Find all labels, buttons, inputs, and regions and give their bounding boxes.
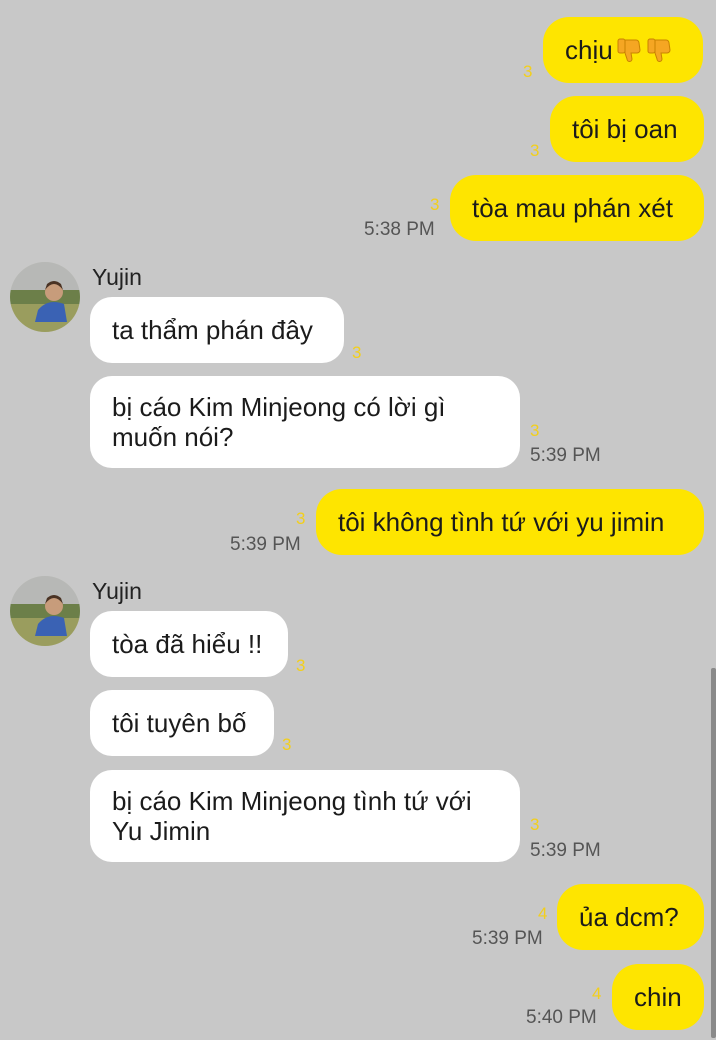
message-text: chin: [634, 982, 682, 1012]
message-text: bị cáo Kim Minjeong tình tứ với Yu Jimin: [112, 786, 472, 846]
incoming-message[interactable]: ta thẩm phán đây: [90, 297, 344, 363]
thumbs-down-icon: [617, 38, 641, 62]
message-timestamp: 5:40 PM: [526, 1007, 597, 1028]
outgoing-message[interactable]: ủa dcm?: [557, 884, 704, 950]
sender-name: Yujin: [92, 264, 142, 290]
avatar-photo: [10, 576, 80, 646]
unread-count: 3: [296, 509, 306, 528]
message-text: tôi không tình tứ với yu jimin: [338, 507, 665, 537]
unread-count: 3: [430, 195, 440, 214]
thumbs-down-icon: [647, 38, 671, 62]
message-text: ủa dcm?: [579, 902, 679, 932]
message-timestamp: 5:39 PM: [530, 445, 601, 466]
unread-count: 3: [523, 62, 533, 81]
message-text: ta thẩm phán đây: [112, 315, 313, 345]
message-timestamp: 5:39 PM: [230, 534, 301, 555]
unread-count: 4: [592, 984, 602, 1003]
message-text: tòa mau phán xét: [472, 193, 673, 223]
outgoing-message[interactable]: tôi bị oan: [550, 96, 704, 162]
avatar[interactable]: [10, 262, 80, 332]
outgoing-message[interactable]: chịu: [543, 17, 703, 83]
incoming-message[interactable]: tôi tuyên bố: [90, 690, 274, 756]
outgoing-message[interactable]: tôi không tình tứ với yu jimin: [316, 489, 704, 555]
message-text: bị cáo Kim Minjeong có lời gì muốn nói?: [112, 392, 446, 452]
sender-name: Yujin: [92, 578, 142, 604]
chat-area[interactable]: chịu 3 tôi bị oan 3 tòa mau phán xét 3 5…: [0, 0, 716, 1040]
incoming-message[interactable]: tòa đã hiểu !!: [90, 611, 288, 677]
unread-count: 3: [282, 735, 292, 754]
message-text: tôi tuyên bố: [112, 708, 247, 738]
unread-count: 3: [530, 141, 540, 160]
message-text: tôi bị oan: [572, 114, 678, 144]
outgoing-message[interactable]: chin: [612, 964, 704, 1030]
scrollbar[interactable]: [711, 668, 716, 1038]
message-timestamp: 5:39 PM: [472, 928, 543, 949]
avatar[interactable]: [10, 576, 80, 646]
message-timestamp: 5:39 PM: [530, 840, 601, 861]
unread-count: 3: [352, 343, 362, 362]
avatar-photo: [10, 262, 80, 332]
message-text: tòa đã hiểu !!: [112, 629, 263, 659]
message-timestamp: 5:38 PM: [364, 219, 435, 240]
incoming-message[interactable]: bị cáo Kim Minjeong tình tứ với Yu Jimin: [90, 770, 520, 862]
unread-count: 3: [296, 656, 306, 675]
outgoing-message[interactable]: tòa mau phán xét: [450, 175, 704, 241]
unread-count: 3: [530, 815, 540, 834]
unread-count: 4: [538, 904, 548, 923]
incoming-message[interactable]: bị cáo Kim Minjeong có lời gì muốn nói?: [90, 376, 520, 468]
message-text: chịu: [565, 35, 613, 65]
unread-count: 3: [530, 421, 540, 440]
